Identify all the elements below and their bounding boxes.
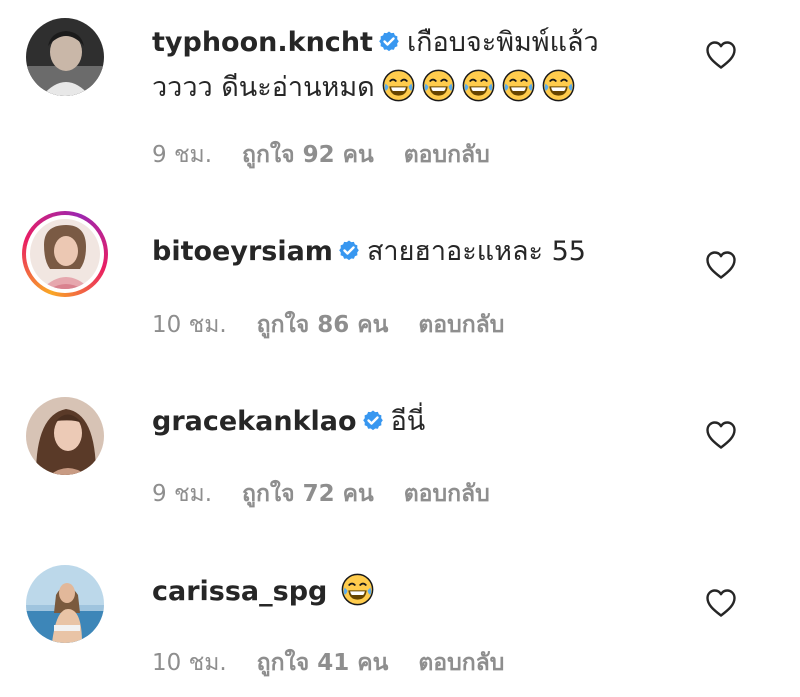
- heart-outline-icon[interactable]: [705, 588, 737, 618]
- comment-time[interactable]: 9 ชม.: [152, 142, 212, 168]
- comment-likes[interactable]: ถูกใจ 86 คน: [257, 312, 389, 338]
- face-with-tears-of-joy-icon: [462, 69, 495, 102]
- comment-text-line-1: bitoeyrsiam สายฮาอะแหละ 55: [152, 232, 586, 272]
- avatar-story-ring[interactable]: [22, 211, 108, 297]
- avatar-photo: [26, 565, 104, 643]
- verified-badge-icon: [337, 239, 361, 263]
- face-with-tears-of-joy-icon: [422, 69, 455, 102]
- face-with-tears-of-joy-icon: [502, 69, 535, 102]
- heart-outline-icon[interactable]: [705, 40, 737, 70]
- verified-badge-icon: [377, 30, 401, 54]
- avatar-photo: [26, 18, 104, 96]
- comment-text-line-1: typhoon.kncht เกือบจะพิมพ์แล้ว: [152, 23, 599, 63]
- face-with-tears-of-joy-icon: [341, 573, 374, 606]
- avatar-photo: [26, 397, 104, 475]
- comment-text-line-2: วววว ดีนะอ่านหมด: [152, 68, 575, 108]
- comment-meta: 10 ชม. ถูกใจ 86 คน ตอบกลับ: [152, 310, 534, 340]
- username[interactable]: carissa_spg: [152, 576, 327, 607]
- comment-text: อีนี่: [390, 406, 426, 437]
- avatar-photo: [30, 219, 100, 289]
- comment-meta: 10 ชม. ถูกใจ 41 คน ตอบกลับ: [152, 648, 534, 678]
- avatar: [30, 219, 100, 289]
- verified-badge-icon: [361, 409, 385, 433]
- face-with-tears-of-joy-icon: [382, 69, 415, 102]
- comment-time[interactable]: 10 ชม.: [152, 312, 227, 338]
- avatar[interactable]: [26, 18, 104, 96]
- face-with-tears-of-joy-icon: [542, 69, 575, 102]
- username[interactable]: gracekanklao: [152, 406, 357, 437]
- comment-text-line-1: gracekanklao อีนี่: [152, 402, 425, 442]
- avatar[interactable]: [26, 397, 104, 475]
- reply-button[interactable]: ตอบกลับ: [418, 312, 504, 338]
- heart-outline-icon[interactable]: [705, 420, 737, 450]
- comment-text: วววว ดีนะอ่านหมด: [152, 72, 375, 103]
- comment-text-line-1: carissa_spg: [152, 572, 374, 612]
- reply-button[interactable]: ตอบกลับ: [418, 650, 504, 676]
- comment-likes[interactable]: ถูกใจ 72 คน: [242, 481, 374, 507]
- comment-likes[interactable]: ถูกใจ 92 คน: [242, 142, 374, 168]
- comment-text: เกือบจะพิมพ์แล้ว: [406, 27, 599, 58]
- username[interactable]: bitoeyrsiam: [152, 236, 333, 267]
- comment-time[interactable]: 9 ชม.: [152, 481, 212, 507]
- comment-meta: 9 ชม. ถูกใจ 72 คน ตอบกลับ: [152, 479, 520, 509]
- reply-button[interactable]: ตอบกลับ: [404, 142, 490, 168]
- comment-meta: 9 ชม. ถูกใจ 92 คน ตอบกลับ: [152, 140, 520, 170]
- username[interactable]: typhoon.kncht: [152, 27, 373, 58]
- comment-time[interactable]: 10 ชม.: [152, 650, 227, 676]
- heart-outline-icon[interactable]: [705, 250, 737, 280]
- comment-text: สายฮาอะแหละ 55: [366, 236, 586, 267]
- reply-button[interactable]: ตอบกลับ: [404, 481, 490, 507]
- comment-likes[interactable]: ถูกใจ 41 คน: [257, 650, 389, 676]
- avatar[interactable]: [26, 565, 104, 643]
